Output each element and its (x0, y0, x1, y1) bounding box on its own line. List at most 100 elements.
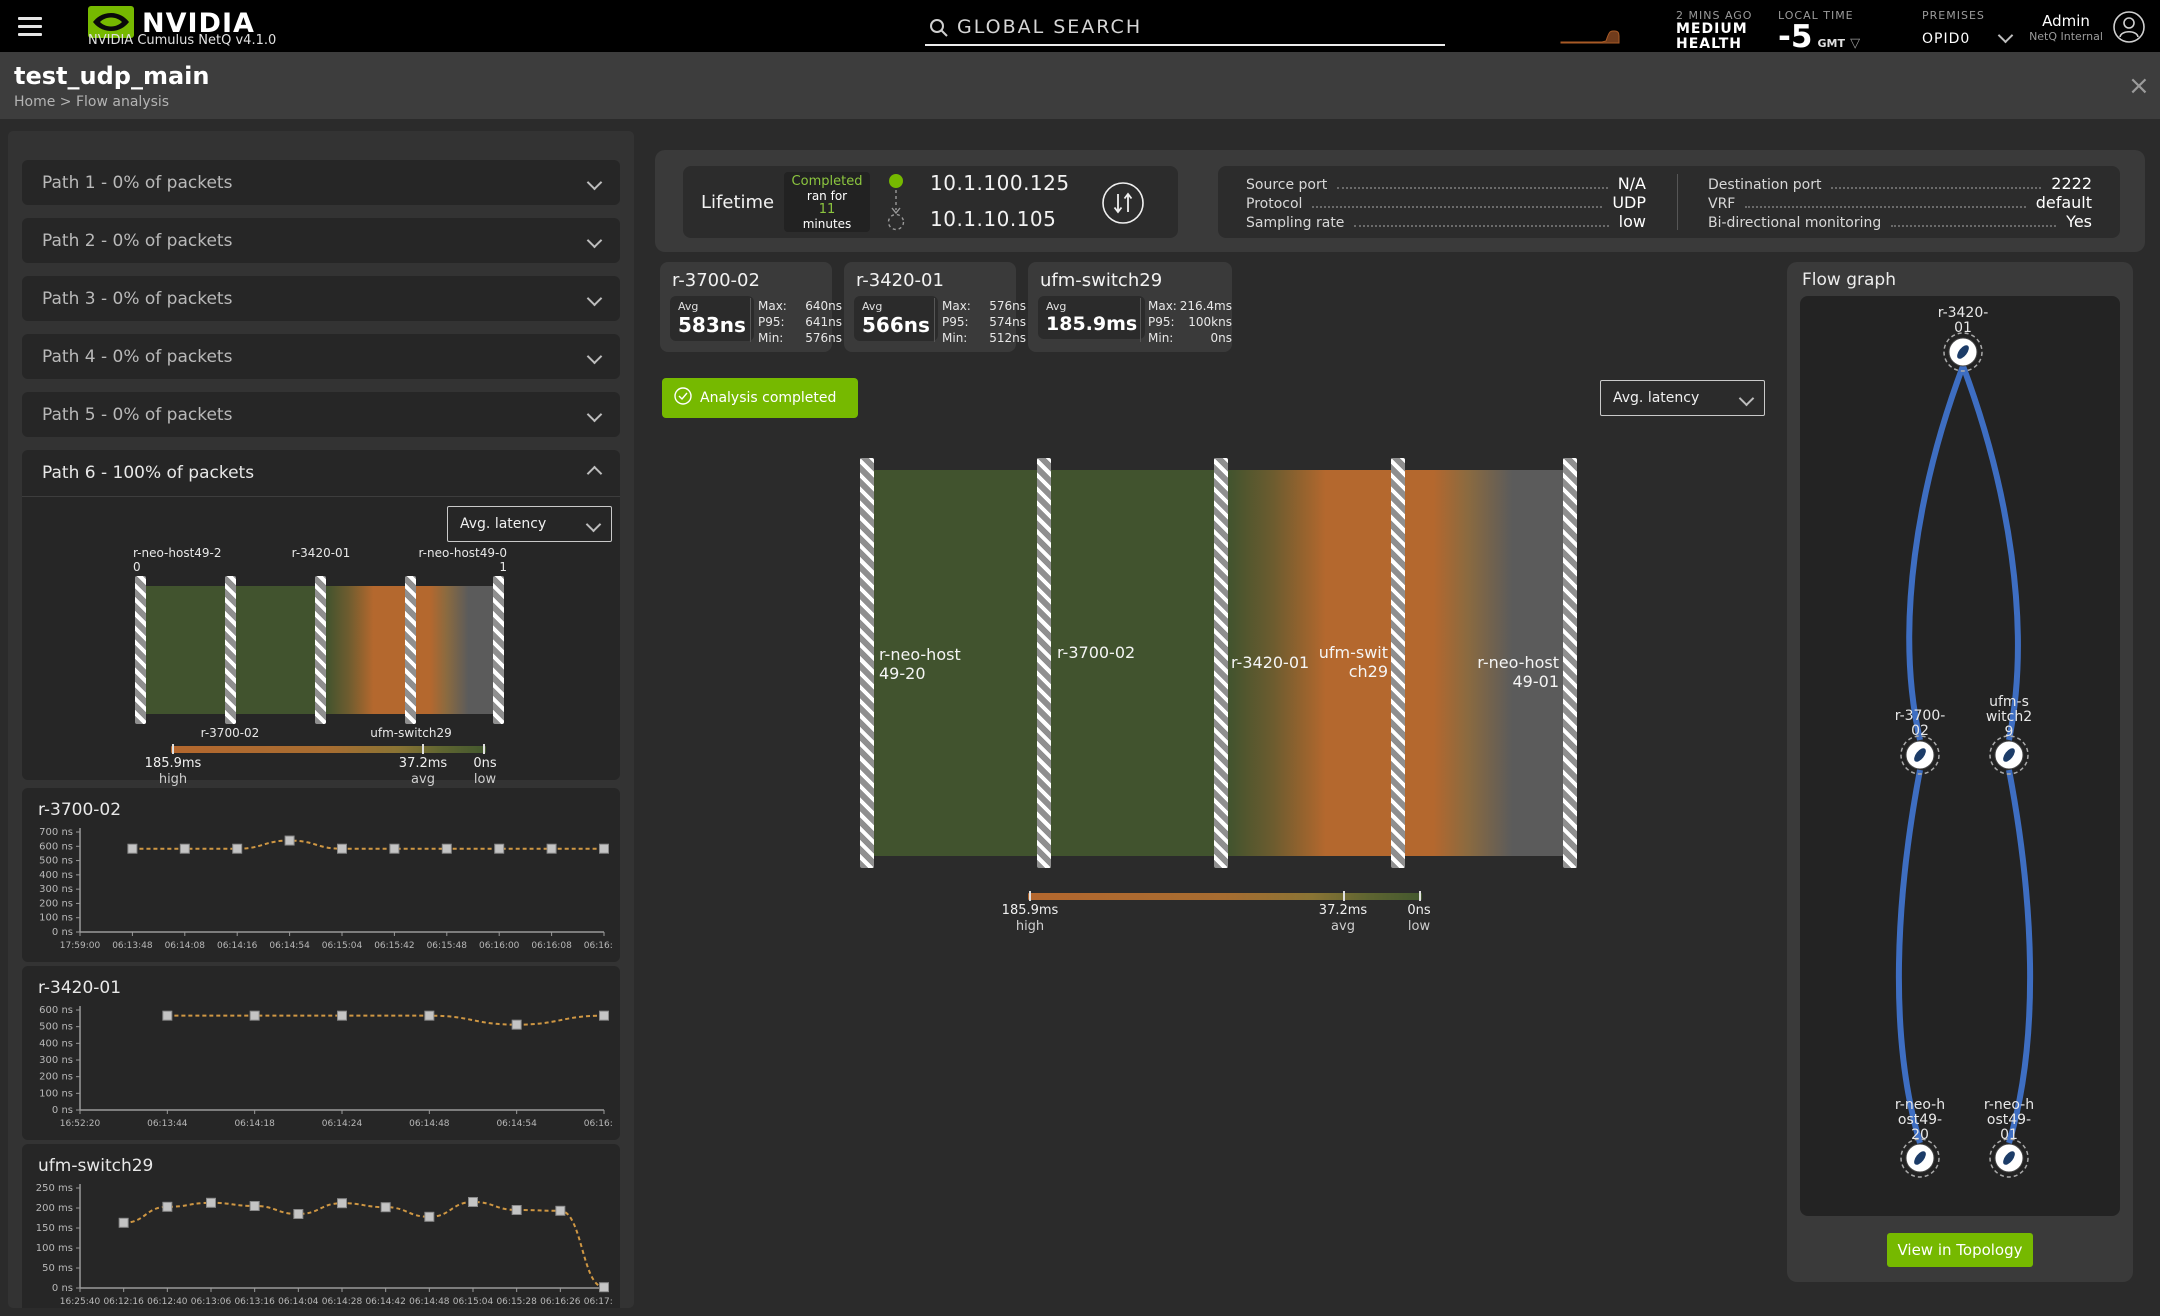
legend-high-label: high (1015, 919, 1045, 934)
min-latency: 512ns (989, 331, 1026, 345)
user-menu[interactable]: Admin NetQ Internal (2024, 12, 2108, 43)
timezone-selector[interactable]: LOCAL TIME -5 GMT ▽ (1778, 9, 1860, 55)
sankey-node-bar (1214, 458, 1228, 868)
premises-chevron-icon (1997, 27, 2014, 44)
detail-row: VRF default (1708, 193, 2092, 212)
detail-row: Destination port 2222 (1708, 174, 2092, 193)
path-5-accordion[interactable]: Path 5 - 0% of packets (22, 392, 620, 437)
svg-text:06:16:08: 06:16:08 (531, 941, 572, 951)
switch-node-icon (1943, 332, 1983, 372)
flow-graph-title: Flow graph (1802, 270, 1896, 290)
switch-node-icon (1900, 735, 1940, 775)
flow-node-ufm-switch29[interactable]: ufm-switch29 (1985, 695, 2033, 740)
avg-latency-value: 583ns (678, 313, 746, 337)
user-org: NetQ Internal (2029, 30, 2103, 43)
legend-low-value: 0ns (473, 756, 497, 771)
svg-text:400 ns: 400 ns (39, 1038, 73, 1049)
global-search[interactable] (925, 10, 1445, 46)
mini-latency-legend: 185.9ms high 37.2ms avg 0ns low (145, 744, 497, 787)
netq-app: NVIDIA NVIDIA Cumulus NetQ v4.1.0 2 MINS… (0, 0, 2160, 1316)
search-input[interactable] (955, 15, 1429, 39)
svg-text:100 ns: 100 ns (39, 1088, 73, 1099)
flow-node-r-neo-host49-20[interactable]: r-neo-host49-20 (1894, 1098, 1946, 1143)
top-bar: NVIDIA NVIDIA Cumulus NetQ v4.1.0 2 MINS… (0, 0, 2160, 55)
view-in-topology-button[interactable]: View in Topology (1887, 1233, 2033, 1267)
mini-label-top-center: r-3420-01 (291, 546, 351, 560)
svg-text:600 ns: 600 ns (39, 1005, 73, 1016)
svg-text:06:16:10: 06:16:10 (584, 941, 612, 951)
max-latency: 640ns (805, 299, 842, 313)
chevron-down-icon (586, 232, 603, 249)
svg-text:250 ms: 250 ms (36, 1183, 73, 1194)
legend-avg-label: avg (411, 772, 435, 787)
source-dest-glyph (886, 172, 906, 238)
run-status: Completed (791, 174, 863, 189)
path-4-accordion[interactable]: Path 4 - 0% of packets (22, 334, 620, 379)
legend-avg-label: avg (1331, 919, 1355, 934)
svg-text:06:15:04: 06:15:04 (322, 941, 363, 951)
p95-latency: 100kns (1188, 315, 1232, 329)
tz-offset: -5 (1778, 19, 1813, 55)
path-1-accordion[interactable]: Path 1 - 0% of packets (22, 160, 620, 205)
breadcrumb: Home > Flow analysis (14, 94, 169, 110)
premises-label: PREMISES (1922, 9, 1985, 22)
path-3-accordion[interactable]: Path 3 - 0% of packets (22, 276, 620, 321)
svg-text:0 ns: 0 ns (52, 1105, 73, 1116)
switch-node-icon (1989, 735, 2029, 775)
chevron-down-icon (586, 174, 603, 191)
sankey-label-4: ufm-switch29 (1318, 643, 1388, 681)
legend-avg-value: 37.2ms (398, 756, 448, 771)
svg-text:06:15:48: 06:15:48 (427, 941, 468, 951)
flow-summary-container: Lifetime Completed ran for 11 minutes 10… (655, 150, 2145, 252)
mini-label-bottom-left: r-3700-02 (200, 726, 260, 740)
svg-text:300 ns: 300 ns (39, 884, 73, 895)
flow-node-r-3420-01[interactable]: r-3420-01 (1934, 306, 1992, 336)
svg-text:06:14:54: 06:14:54 (269, 941, 310, 951)
bidir-label: Bi-directional monitoring (1708, 215, 1882, 231)
sankey-node-bar (860, 458, 874, 868)
mini-metric-dropdown[interactable]: Avg. latency (447, 506, 612, 542)
flow-node-r-3700-02[interactable]: r-3700-02 (1891, 709, 1949, 739)
analysis-status-banner: Analysis completed (662, 378, 858, 418)
switch-node-icon (1989, 1138, 2029, 1178)
menu-icon[interactable] (18, 12, 42, 41)
close-icon[interactable]: × (2128, 73, 2150, 99)
sankey-label-5: r-neo-host49-01 (1477, 653, 1559, 691)
svg-text:06:15:04: 06:15:04 (453, 1297, 494, 1307)
max-latency: 216.4ms (1179, 299, 1232, 313)
svg-text:400 ns: 400 ns (39, 870, 73, 881)
page-title: test_udp_main (14, 62, 210, 90)
mini-band-1 (146, 586, 225, 714)
svg-text:16:52:20: 16:52:20 (60, 1119, 101, 1129)
svg-text:06:17:41: 06:17:41 (584, 1297, 612, 1307)
svg-text:06:14:28: 06:14:28 (322, 1297, 363, 1307)
flow-node-r-neo-host49-01[interactable]: r-neo-host49-01 (1983, 1098, 2035, 1143)
device-card-ufm-switch29: ufm-switch29 Avg 185.9ms Max: 216.4ms P95:… (1028, 262, 1232, 352)
latency-chart: 250 ms 200 ms 150 ms 100 ms 50 ms 0 ns 16:25:4… (22, 1176, 624, 1308)
svg-text:50 ms: 50 ms (42, 1263, 73, 1274)
path-2-accordion[interactable]: Path 2 - 0% of packets (22, 218, 620, 263)
path-4-label: Path 4 - 0% of packets (42, 346, 233, 367)
path-6-accordion[interactable]: Path 6 - 100% of packets (22, 450, 620, 497)
main-metric-value: Avg. latency (1613, 390, 1700, 406)
avatar-icon[interactable] (2112, 10, 2146, 48)
details-divider (1677, 174, 1678, 230)
p95-latency: 641ns (805, 315, 842, 329)
premises-selector[interactable]: PREMISES OPID0 (1922, 9, 1985, 47)
latency-chart: 600 ns 500 ns 400 ns 300 ns 200 ns 100 ns 0 ns… (22, 998, 624, 1144)
path-6-label: Path 6 - 100% of packets (42, 463, 255, 483)
main-sankey: r-neo-host49-20 r-3700-02 r-3420-01 ufm-… (855, 455, 1585, 875)
chart-title: r-3700-02 (38, 800, 122, 820)
vrf-label: VRF (1708, 196, 1736, 212)
dest-port-label: Destination port (1708, 177, 1822, 193)
avg-latency-value: 185.9ms (1046, 313, 1138, 335)
health-status[interactable]: 2 MINS AGO MEDIUM HEALTH (1676, 9, 1752, 52)
swap-direction-icon[interactable] (1101, 181, 1145, 229)
svg-text:06:13:48: 06:13:48 (112, 941, 153, 951)
chevron-up-icon (586, 465, 603, 481)
legend-low-label: low (1407, 919, 1431, 934)
svg-text:06:14:42: 06:14:42 (365, 1297, 405, 1307)
health-sparkline-icon (1560, 26, 1632, 52)
main-metric-dropdown[interactable]: Avg. latency (1600, 380, 1765, 416)
breadcrumb-home[interactable]: Home (14, 94, 55, 110)
